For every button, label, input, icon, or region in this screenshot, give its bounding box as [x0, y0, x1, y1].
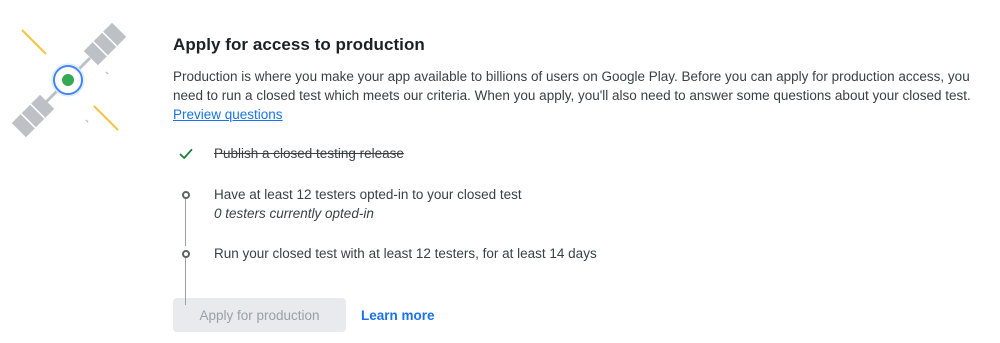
requirements-checklist: Publish a closed testing release Have at… — [173, 144, 873, 305]
main-content: Apply for access to production Productio… — [173, 34, 988, 332]
step-testers-opted-in: Have at least 12 testers opted-in to you… — [173, 185, 873, 244]
step-label: Run your closed test with at least 12 te… — [214, 246, 597, 261]
step-sublabel: 0 testers currently opted-in — [214, 206, 374, 221]
learn-more-link[interactable]: Learn more — [361, 308, 435, 323]
satellite-icon — [8, 20, 128, 140]
step-label: Publish a closed testing release — [214, 146, 404, 161]
circle-outline-icon — [179, 188, 193, 202]
apply-for-production-button[interactable]: Apply for production — [173, 298, 346, 332]
page-title: Apply for access to production — [173, 35, 425, 54]
preview-questions-link[interactable]: Preview questions — [173, 107, 283, 122]
step-run-closed-test: Run your closed test with at least 12 te… — [173, 244, 873, 263]
description-text: Production is where you make your app av… — [173, 69, 971, 103]
actions-row: Apply for production Learn more — [173, 298, 988, 332]
check-icon — [179, 147, 193, 161]
step-label: Have at least 12 testers opted-in to you… — [214, 187, 522, 202]
step-publish-release: Publish a closed testing release — [173, 144, 873, 185]
production-access-card: Apply for access to production Productio… — [0, 0, 1000, 343]
circle-outline-icon — [179, 247, 193, 261]
description: Production is where you make your app av… — [173, 67, 988, 124]
